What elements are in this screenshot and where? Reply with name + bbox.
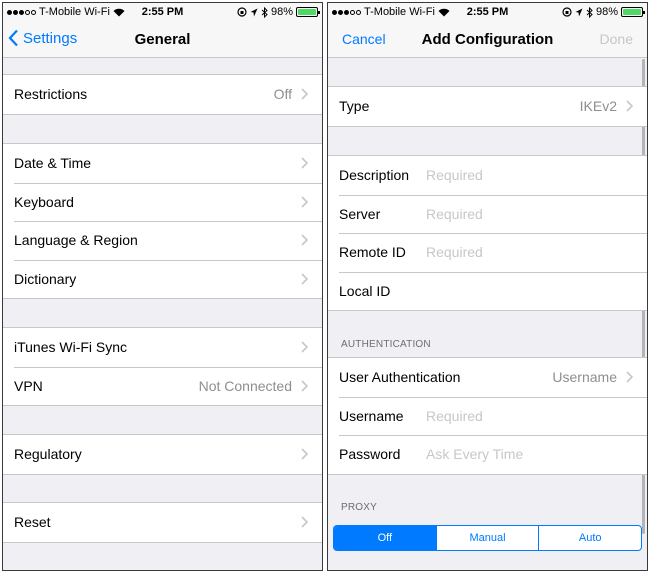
chevron-right-icon [626, 371, 634, 383]
local-id-field[interactable]: Local ID [328, 271, 647, 311]
dictionary-row[interactable]: Dictionary [3, 259, 322, 299]
row-label: Restrictions [14, 86, 88, 103]
regulatory-group: Regulatory [3, 434, 322, 475]
row-label: VPN [14, 377, 43, 394]
row-value: Username [552, 369, 617, 386]
battery-icon [621, 7, 645, 17]
proxy-option-off[interactable]: Off [334, 526, 436, 550]
remote-id-field[interactable]: Remote ID Required [328, 233, 647, 272]
row-label: Remote ID [339, 244, 406, 261]
row-label: Date & Time [14, 155, 92, 172]
description-field[interactable]: Description Required [328, 156, 647, 195]
chevron-right-icon [301, 379, 309, 392]
row-value: Off [273, 86, 292, 103]
date-time-row[interactable]: Date & Time [3, 144, 322, 183]
location-icon [250, 8, 258, 16]
nav-bar: Settings General [3, 21, 322, 58]
status-bar: T-Mobile Wi-Fi 2:55 PM 98% [3, 3, 322, 21]
password-field[interactable]: Password Ask Every Time [328, 435, 647, 474]
battery-icon [296, 7, 320, 17]
server-field[interactable]: Server Required [328, 194, 647, 234]
vpn-row[interactable]: VPN Not Connected [3, 366, 322, 406]
chevron-right-icon [301, 448, 309, 460]
chevron-right-icon [301, 341, 309, 353]
bluetooth-icon [261, 6, 268, 18]
restrictions-row[interactable]: Restrictions Off [3, 75, 322, 114]
server-fields-group: Description Required Server Required Rem… [328, 155, 647, 311]
battery-percent: 98% [270, 6, 293, 18]
chevron-right-icon [301, 516, 309, 528]
keyboard-row[interactable]: Keyboard [3, 182, 322, 222]
done-button[interactable]: Done [600, 31, 633, 47]
date-keyboard-group: Date & Time Keyboard Language & Region D… [3, 143, 322, 299]
lock-rotation-icon [562, 7, 572, 17]
chevron-right-icon [301, 195, 309, 208]
reset-group: Reset [3, 502, 322, 543]
location-icon [575, 8, 583, 16]
reset-row[interactable]: Reset [3, 503, 322, 542]
row-label: Keyboard [14, 193, 74, 210]
itunes-wifi-sync-row[interactable]: iTunes Wi-Fi Sync [3, 328, 322, 367]
authentication-group: User Authentication Username Username Re… [328, 357, 647, 475]
row-label: Language & Region [14, 232, 138, 249]
field-placeholder: Required [426, 407, 483, 424]
bluetooth-icon [586, 6, 593, 18]
battery-percent: 98% [595, 6, 618, 18]
proxy-option-manual[interactable]: Manual [435, 526, 539, 550]
battery-fill [623, 9, 641, 15]
chevron-right-icon [626, 100, 634, 112]
restrictions-group: Restrictions Off [3, 74, 322, 115]
row-label: Username [339, 407, 404, 424]
row-label: Server [339, 205, 381, 222]
chevron-right-icon [301, 88, 309, 100]
row-value: Not Connected [198, 377, 292, 394]
chevron-right-icon [301, 157, 309, 169]
nav-bar: Cancel Add Configuration Done [328, 21, 647, 58]
regulatory-row[interactable]: Regulatory [3, 435, 322, 474]
row-label: User Authentication [339, 369, 461, 386]
proxy-header: PROXY [341, 502, 378, 513]
row-label: Type [339, 98, 370, 115]
chevron-right-icon [301, 234, 309, 246]
username-field[interactable]: Username Required [328, 396, 647, 436]
row-label: Dictionary [14, 270, 77, 287]
type-group: Type IKEv2 [328, 86, 647, 127]
page-title: General [134, 31, 191, 48]
language-region-row[interactable]: Language & Region [3, 221, 322, 260]
row-label: Reset [14, 514, 51, 531]
row-label: iTunes Wi-Fi Sync [14, 339, 128, 356]
type-row[interactable]: Type IKEv2 [328, 87, 647, 126]
field-placeholder: Required [426, 167, 483, 184]
status-bar: T-Mobile Wi-Fi 2:55 PM 98% [328, 3, 647, 21]
field-placeholder: Required [426, 205, 483, 222]
row-label: Regulatory [14, 446, 82, 463]
field-placeholder: Ask Every Time [426, 446, 524, 463]
add-configuration-screen: T-Mobile Wi-Fi 2:55 PM 98% Cancel Add Co… [327, 2, 648, 571]
row-label: Description [339, 167, 410, 184]
sync-vpn-group: iTunes Wi-Fi Sync VPN Not Connected [3, 327, 322, 406]
proxy-option-auto[interactable]: Auto [538, 526, 641, 550]
row-value: IKEv2 [579, 98, 617, 115]
user-authentication-row[interactable]: User Authentication Username [328, 358, 647, 397]
row-label: Local ID [339, 282, 391, 299]
chevron-right-icon [301, 272, 309, 285]
proxy-segmented-control: Off Manual Auto [333, 525, 642, 551]
lock-rotation-icon [237, 7, 247, 17]
general-settings-screen: T-Mobile Wi-Fi 2:55 PM 98% Settings Gene… [2, 2, 323, 571]
row-label: Password [339, 446, 401, 463]
field-placeholder: Required [426, 244, 483, 261]
authentication-header: AUTHENTICATION [341, 339, 431, 350]
battery-fill [298, 9, 316, 15]
